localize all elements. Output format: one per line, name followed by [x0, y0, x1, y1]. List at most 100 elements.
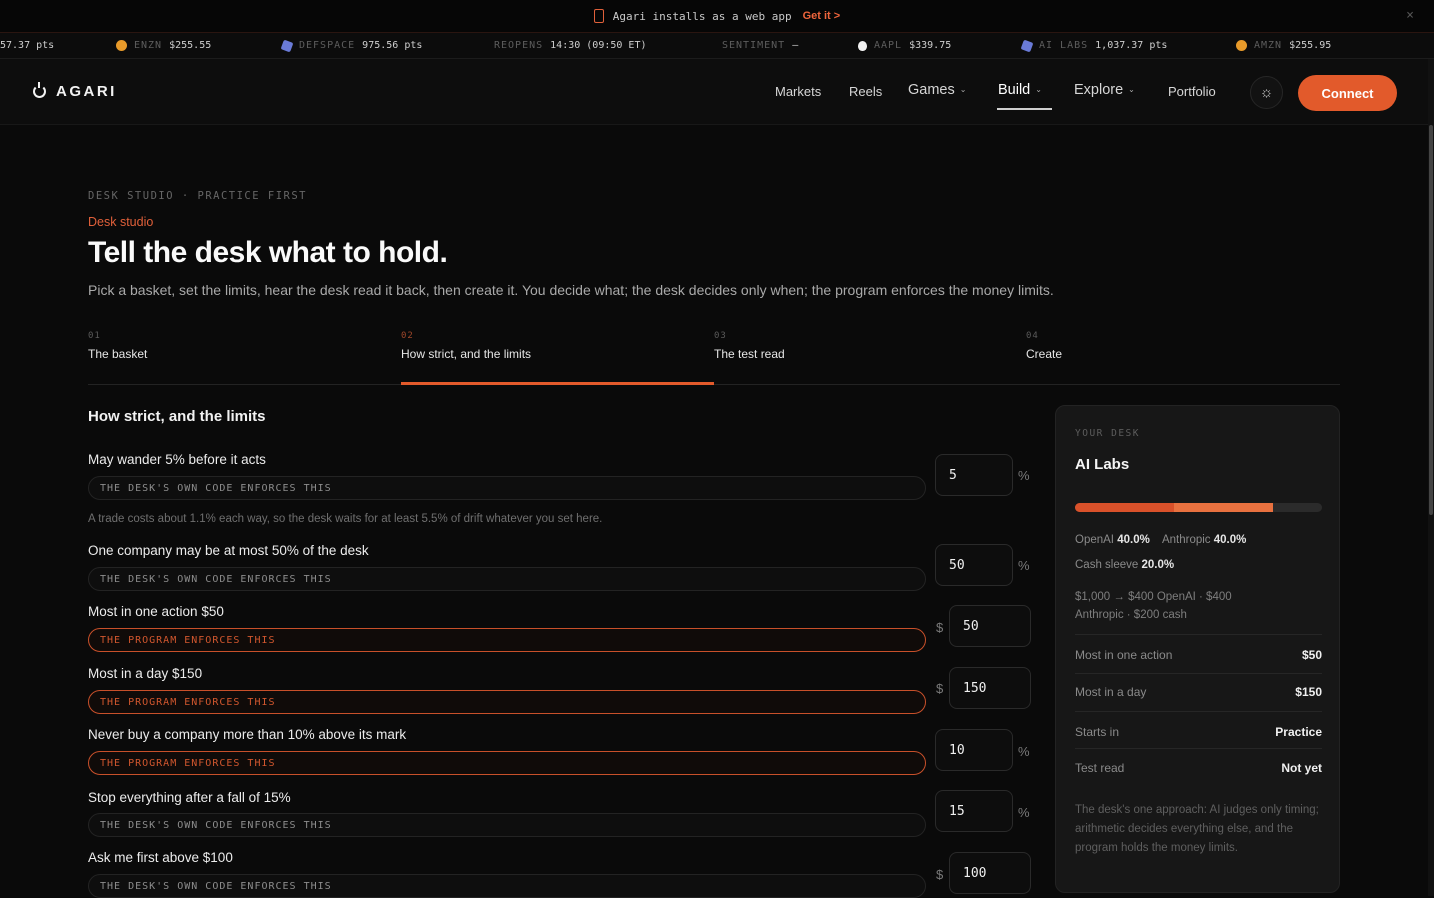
cash-pct: 20.0%	[1141, 559, 1175, 571]
chevron-down-icon: ⌄	[959, 85, 967, 94]
summary-value: Practice	[1275, 725, 1322, 739]
desk-name: AI Labs	[1075, 456, 1130, 473]
card-eyebrow: YOUR DESK	[1075, 428, 1140, 439]
ticker-item[interactable]: REOPENS 14:30 (09:50 ET)	[494, 40, 646, 51]
coin-icon	[116, 40, 127, 51]
nav-explore[interactable]: Explore ⌄	[1074, 82, 1135, 98]
limit-label: One company may be at most 50% of the de…	[88, 543, 369, 558]
divider	[1075, 711, 1322, 712]
allocation-legend: OpenAI 40.0% Anthropic 40.0%	[1075, 534, 1246, 546]
step-label: Create	[1026, 347, 1063, 361]
unit-label: %	[1018, 468, 1030, 483]
cash-legend: Cash sleeve 20.0%	[1075, 559, 1174, 571]
max-daily-input[interactable]	[949, 667, 1031, 709]
openai-label: OpenAI	[1075, 534, 1114, 546]
max-action-input[interactable]	[949, 605, 1031, 647]
cube-icon	[280, 39, 294, 52]
ticker-item[interactable]: SENTIMENT —	[722, 40, 798, 51]
stop-loss-input[interactable]	[935, 790, 1013, 832]
price-ticker: 57.37 pts ENZN $255.55 DEFSPACE 975.56 p…	[0, 33, 1434, 59]
step-create[interactable]: 04 Create	[1026, 331, 1062, 361]
summary-row: Most in a day $150	[1075, 685, 1322, 699]
step-number: 03	[714, 331, 727, 341]
unit-label: $	[936, 681, 944, 696]
approval-threshold-input[interactable]	[949, 852, 1031, 894]
step-label: The test read	[714, 347, 785, 361]
step-label: The basket	[88, 347, 148, 361]
enforcement-tag: THE DESK'S OWN CODE ENFORCES THIS	[88, 813, 926, 837]
breakdown-line-1: $1,000 → $400 OpenAI · $400	[1075, 591, 1232, 603]
close-icon[interactable]: ×	[1406, 8, 1414, 23]
openai-pct: 40.0%	[1117, 534, 1150, 546]
ticker-item[interactable]: AI LABS 1,037.37 pts	[1020, 39, 1167, 52]
step-number: 02	[401, 331, 414, 341]
summary-row: Most in one action $50	[1075, 648, 1322, 662]
power-icon	[33, 82, 46, 98]
nav-portfolio[interactable]: Portfolio	[1168, 84, 1216, 99]
summary-value: $150	[1295, 685, 1322, 699]
enforcement-tag: THE DESK'S OWN CODE ENFORCES THIS	[88, 567, 926, 591]
page-eyebrow: DESK STUDIO · PRACTICE FIRST	[88, 190, 308, 202]
allocation-segment-anthropic	[1173, 503, 1273, 512]
ticker-item[interactable]: ENZN $255.55	[116, 40, 211, 51]
page-subtitle: Pick a basket, set the limits, hear the …	[88, 282, 1054, 298]
unit-label: %	[1018, 558, 1030, 573]
ticker-item[interactable]: DEFSPACE 975.56 pts	[280, 39, 422, 52]
summary-row: Starts in Practice	[1075, 725, 1322, 739]
limit-label: Ask me first above $100	[88, 850, 233, 865]
ticker-item[interactable]: AMZN $255.95	[1236, 40, 1331, 51]
section-title: How strict, and the limits	[88, 408, 266, 425]
enforcement-tag: THE DESK'S OWN CODE ENFORCES THIS	[88, 476, 926, 500]
enforcement-tag: THE PROGRAM ENFORCES THIS	[88, 690, 926, 714]
page-title: Tell the desk what to hold.	[88, 236, 448, 269]
max-position-input[interactable]	[935, 544, 1013, 586]
install-banner-text: Agari installs as a web app	[612, 9, 792, 23]
chevron-down-icon: ⌄	[1035, 85, 1042, 94]
nav-build[interactable]: Build ⌄	[998, 82, 1042, 98]
enforcement-tag: THE DESK'S OWN CODE ENFORCES THIS	[88, 874, 926, 898]
theme-toggle-button[interactable]: ☼	[1250, 76, 1283, 109]
nav-reels[interactable]: Reels	[849, 84, 882, 99]
limit-label: Most in one action $50	[88, 604, 224, 619]
coin-icon	[1236, 40, 1247, 51]
ticker-item[interactable]: 57.37 pts	[0, 40, 54, 51]
brand-name: AGARI	[56, 83, 117, 100]
stepper-divider	[88, 384, 1340, 385]
summary-key: Starts in	[1075, 725, 1120, 739]
stepper-active-indicator	[401, 382, 714, 385]
summary-row: Test read Not yet	[1075, 761, 1322, 775]
summary-value: Not yet	[1281, 761, 1322, 775]
page-kicker: Desk studio	[88, 215, 154, 229]
summary-value: $50	[1301, 648, 1322, 662]
nav-games[interactable]: Games ⌄	[908, 82, 966, 98]
brand-logo[interactable]: AGARI	[33, 82, 117, 100]
divider	[1075, 634, 1322, 635]
cube-icon	[1020, 39, 1034, 52]
limit-label: May wander 5% before it acts	[88, 452, 266, 467]
get-it-link[interactable]: Get it >	[803, 10, 841, 22]
unit-label: %	[1018, 805, 1030, 820]
connect-button[interactable]: Connect	[1298, 75, 1397, 111]
scrollbar-thumb[interactable]	[1429, 125, 1433, 515]
step-basket[interactable]: 01 The basket	[88, 331, 147, 361]
enforcement-tag: THE PROGRAM ENFORCES THIS	[88, 628, 926, 652]
divider	[1075, 673, 1322, 674]
top-nav: AGARI Markets Reels Games ⌄ Build ⌄ Explor…	[0, 59, 1434, 125]
divider	[1075, 748, 1322, 749]
phone-icon	[593, 9, 604, 23]
anthropic-label: Anthropic	[1161, 534, 1211, 546]
ticker-item[interactable]: AAPL $339.75	[858, 40, 951, 51]
cash-label: Cash sleeve	[1075, 559, 1139, 571]
limit-label: Never buy a company more than 10% above …	[88, 727, 407, 742]
step-test-read[interactable]: 03 The test read	[714, 331, 785, 361]
anthropic-pct: 40.0%	[1213, 534, 1247, 546]
chevron-down-icon: ⌄	[1128, 85, 1135, 94]
max-premium-input[interactable]	[935, 729, 1013, 771]
step-limits[interactable]: 02 How strict, and the limits	[401, 331, 531, 361]
nav-markets[interactable]: Markets	[775, 84, 821, 99]
unit-label: $	[936, 867, 944, 882]
fee-note: A trade costs about 1.1% each way, so th…	[88, 513, 603, 525]
limit-label: Most in a day $150	[88, 666, 203, 681]
step-label: How strict, and the limits	[401, 347, 532, 361]
drift-input[interactable]	[935, 454, 1013, 496]
